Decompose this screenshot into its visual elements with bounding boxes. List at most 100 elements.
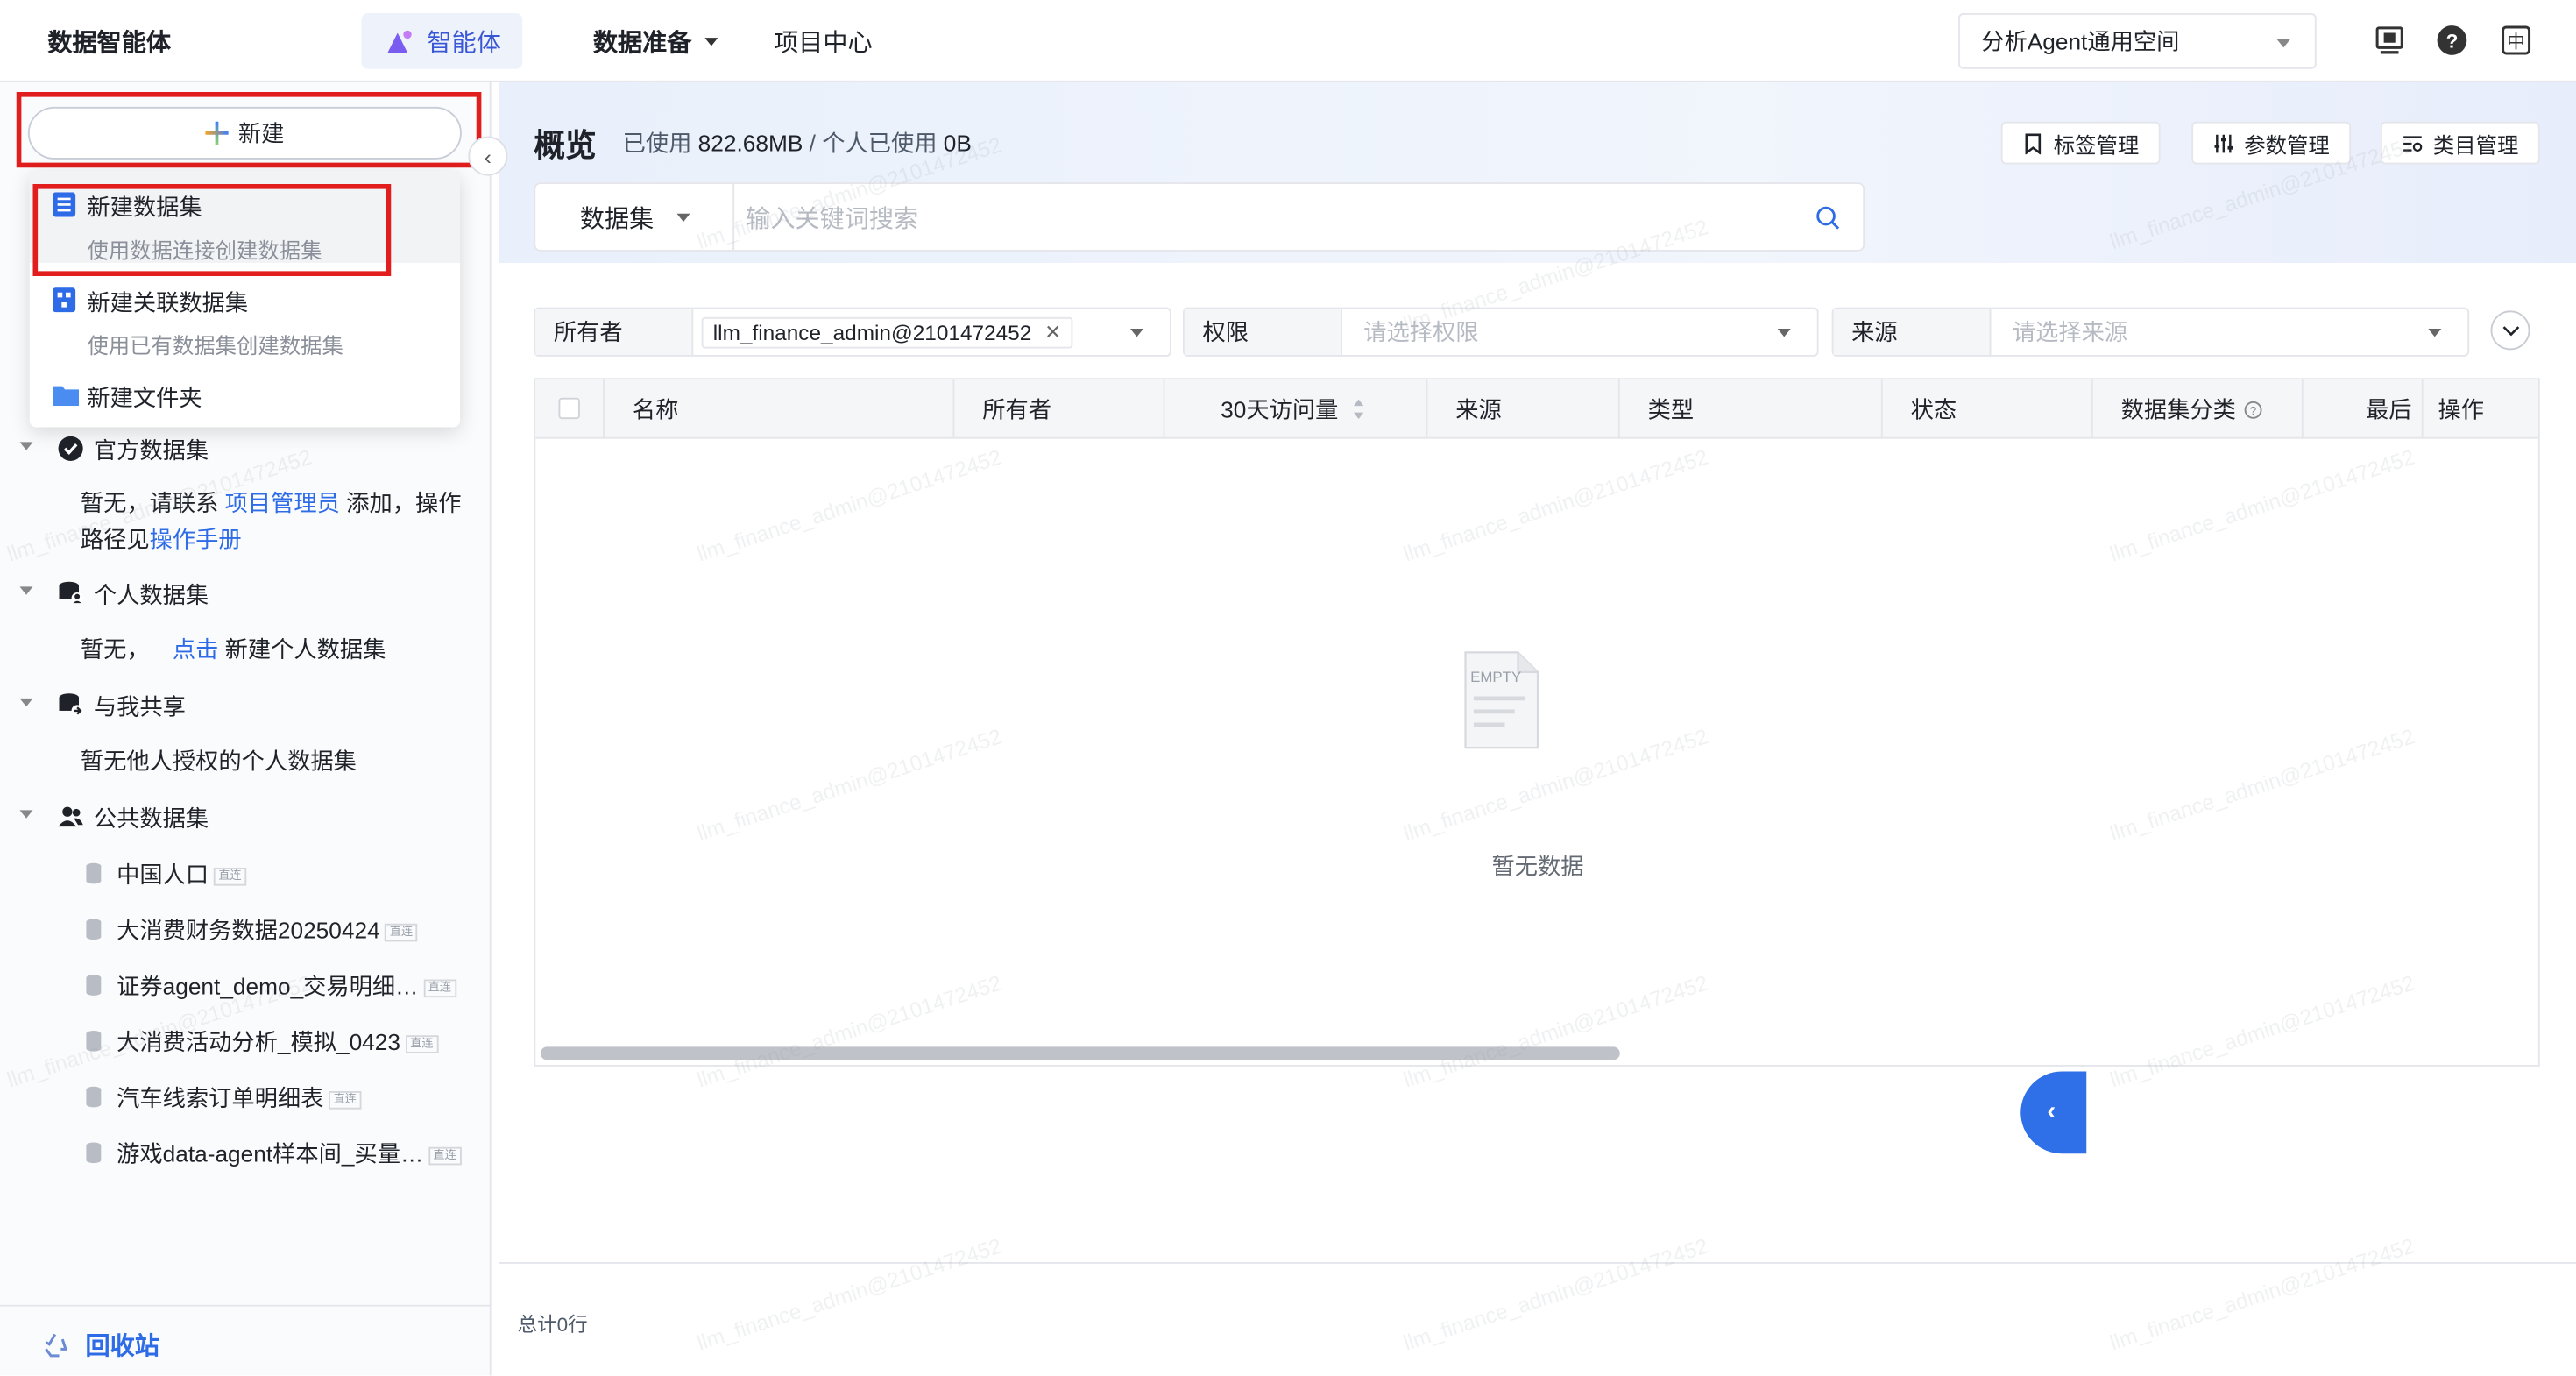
new-dropdown-menu: 新建数据集 使用数据连接创建数据集 新建关联数据集 使用已有数据集创建数据集 新… [29,171,460,428]
dataset-item[interactable]: 汽车线索订单明细表 直连 [0,1080,492,1116]
section-public[interactable]: 公共数据集 [0,797,492,836]
column-visits[interactable]: 30天访问量 [1164,379,1428,439]
new-button[interactable]: 新建 [27,106,462,160]
empty-icon-text: EMPTY [1470,669,1521,685]
sort-icon[interactable] [1351,398,1364,421]
direct-tag: 直连 [405,1034,439,1053]
section-official[interactable]: 官方数据集 [0,429,492,468]
create-link[interactable]: 点击 [173,636,219,663]
tag-manage-label: 标签管理 [2053,131,2140,158]
column-name[interactable]: 名称 [605,379,955,439]
column-category[interactable]: 数据集分类 ? [2093,379,2304,439]
horizontal-scrollbar[interactable] [540,1046,1620,1060]
dataset-item[interactable]: 中国人口 直连 [0,856,492,892]
nav-project[interactable]: 项目中心 [774,25,873,59]
section-personal[interactable]: 个人数据集 [0,573,492,613]
space-select[interactable]: 分析Agent通用空间 [1958,13,2317,69]
select-all-cell [535,379,605,439]
database-icon [86,1086,102,1108]
column-source[interactable]: 来源 [1427,379,1620,439]
expand-arrow-icon [19,698,33,707]
nav-data-menu[interactable]: 数据准备 [593,25,718,59]
expand-filters-button[interactable] [2490,310,2530,351]
official-empty-text: 暂无，请联系 项目管理员 添加，操作路径见操作手册 [81,485,475,557]
direct-tag: 直连 [428,1146,462,1165]
column-owner[interactable]: 所有者 [954,379,1165,439]
column-type[interactable]: 类型 [1620,379,1883,439]
monitor-icon[interactable] [2374,25,2405,56]
expand-arrow-icon [19,810,33,819]
tag-manage-button[interactable]: 标签管理 [2000,121,2161,165]
dataset-icon [53,192,76,217]
recycle-bin-link[interactable]: 回收站 [41,1328,159,1362]
svg-text:中: 中 [2507,31,2525,52]
new-button-highlight: 新建 [16,92,482,168]
project-admin-link[interactable]: 项目管理员 [225,490,340,516]
column-status[interactable]: 状态 [1883,379,2093,439]
direct-tag: 直连 [213,867,247,886]
menu-item-new-folder[interactable]: 新建文件夹 [30,375,460,424]
dataset-name: 大消费财务数据20250424 [117,917,380,944]
manual-link[interactable]: 操作手册 [150,526,242,552]
owner-filter[interactable]: 所有者 llm_finance_admin@2101472452 ✕ [534,307,1171,357]
sidebar-collapse-button[interactable]: ‹ [468,136,508,176]
personal-text-pre: 暂无， [80,635,150,663]
menu-item-subtitle: 使用数据连接创建数据集 [87,238,322,263]
direct-tag: 直连 [385,923,418,941]
menu-item-title: 新建关联数据集 [87,289,249,316]
dataset-item[interactable]: 游戏data-agent样本间_买量… 直连 [0,1136,492,1172]
chevron-down-icon [1130,329,1143,337]
permission-filter[interactable]: 权限 请选择权限 [1183,307,1819,357]
search-input[interactable] [746,200,1732,237]
dataset-name: 游戏data-agent样本间_买量… [117,1140,424,1167]
official-text-pre: 暂无，请联系 [80,489,225,516]
close-icon[interactable]: ✕ [1044,321,1061,344]
section-personal-title: 个人数据集 [93,581,209,608]
database-icon [86,919,102,940]
menu-item-new-linked-dataset[interactable]: 新建关联数据集 使用已有数据集创建数据集 [30,266,460,358]
database-icon [86,975,102,996]
permission-filter-label: 权限 [1184,309,1342,355]
select-all-checkbox[interactable] [558,397,580,420]
recycle-label: 回收站 [85,1332,159,1361]
search-bar: 数据集 [534,182,1865,252]
space-select-value: 分析Agent通用空间 [1981,27,2180,54]
source-filter[interactable]: 来源 请选择来源 [1831,307,2470,357]
category-manage-button[interactable]: 类目管理 [2380,121,2540,165]
linked-dataset-icon [53,287,76,313]
search-type-select[interactable]: 数据集 [535,184,735,250]
chevron-down-icon [1777,329,1791,337]
menu-item-new-dataset[interactable]: 新建数据集 使用数据连接创建数据集 [29,171,460,263]
dataset-item[interactable]: 证券agent_demo_交易明细… 直连 [0,968,492,1004]
chevron-down-icon [2276,39,2290,48]
svg-text:?: ? [2250,403,2256,416]
dataset-item[interactable]: 大消费财务数据20250424 直连 [0,912,492,948]
owner-chip-value: llm_finance_admin@2101472452 [712,319,1032,344]
folder-icon [53,386,79,407]
nav-agent-tab[interactable]: 智能体 [361,13,523,69]
search-icon[interactable] [1815,205,1840,230]
dataset-item[interactable]: 大消费活动分析_模拟_0423 直连 [0,1024,492,1060]
empty-state-text: 暂无数据 [1491,853,1584,880]
category-icon [2403,135,2423,152]
chevron-down-icon [2502,325,2519,336]
info-icon[interactable]: ? [2244,400,2262,419]
permission-placeholder: 请选择权限 [1363,318,1479,345]
menu-item-title: 新建数据集 [87,194,202,221]
direct-tag: 直连 [329,1090,362,1110]
column-last[interactable]: 最后 [2304,379,2424,439]
section-shared[interactable]: 与我共享 [0,685,492,725]
dataset-name: 大消费活动分析_模拟_0423 [117,1028,400,1055]
nav-data-label: 数据准备 [592,29,692,58]
search-type-value: 数据集 [579,204,655,233]
chevron-down-icon [704,38,718,46]
nav-agent-label: 智能体 [427,28,501,57]
param-manage-button[interactable]: 参数管理 [2191,121,2352,165]
shared-empty-text: 暂无他人授权的个人数据集 [80,748,357,775]
language-icon[interactable]: 中 [2501,25,2532,56]
column-visits-label: 30天访问量 [1221,395,1339,422]
help-icon[interactable]: ? [2437,25,2468,56]
chevron-left-icon: ‹ [2047,1097,2056,1126]
sliders-icon [2214,133,2233,152]
empty-file-icon: EMPTY [1464,651,1539,749]
